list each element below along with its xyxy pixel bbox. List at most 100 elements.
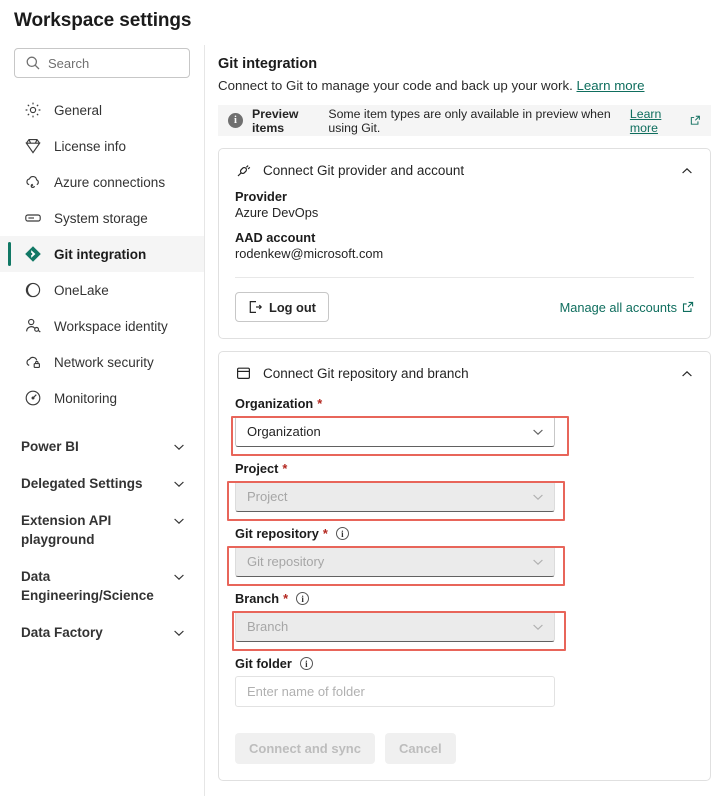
page-title: Workspace settings	[14, 10, 191, 32]
sidebar-item-label: Azure connections	[54, 175, 165, 190]
card-divider	[235, 277, 694, 278]
required-asterisk: *	[317, 396, 322, 411]
storage-icon	[24, 209, 42, 227]
chevron-down-icon	[172, 514, 186, 528]
external-link-icon[interactable]	[690, 115, 701, 127]
infobar-text: Some item types are only available in pr…	[328, 107, 626, 135]
aad-account-label: AAD account	[235, 230, 694, 245]
branch-value: Branch	[247, 619, 531, 634]
sidebar-item-label: System storage	[54, 211, 148, 226]
branch-dropdown[interactable]: Branch	[235, 611, 555, 642]
sidebar-item-general[interactable]: General	[0, 92, 204, 128]
label-text: Git folder	[235, 656, 292, 671]
sidebar-group-label: Data Factory	[21, 623, 103, 642]
sidebar-item-label: Git integration	[54, 247, 146, 262]
git-repository-label: Git repository * i	[235, 526, 694, 541]
preview-items-infobar: i Preview items Some item types are only…	[218, 105, 711, 136]
sidebar-item-azure-connections[interactable]: Azure connections	[0, 164, 204, 200]
cloud-lock-icon	[24, 353, 42, 371]
person-key-icon	[24, 317, 42, 335]
git-folder-input[interactable]	[235, 676, 555, 707]
git-integration-description: Connect to Git to manage your code and b…	[218, 78, 717, 93]
sidebar-group-data-factory[interactable]: Data Factory	[0, 614, 204, 651]
sidebar-item-label: OneLake	[54, 283, 109, 298]
cancel-button[interactable]: Cancel	[385, 733, 456, 764]
git-folder-field: Git folder i	[235, 656, 694, 707]
chevron-down-icon	[172, 626, 186, 640]
manage-all-accounts-link[interactable]: Manage all accounts	[560, 300, 694, 315]
sidebar-item-git-integration[interactable]: Git integration	[0, 236, 204, 272]
project-value: Project	[247, 489, 531, 504]
chevron-down-icon	[531, 425, 545, 439]
info-icon[interactable]: i	[300, 657, 313, 670]
connect-and-sync-button[interactable]: Connect and sync	[235, 733, 375, 764]
chevron-up-icon[interactable]	[680, 367, 694, 381]
connect-git-repository-header[interactable]: Connect Git repository and branch	[235, 365, 694, 382]
chevron-down-icon	[531, 490, 545, 504]
gauge-icon	[24, 389, 42, 407]
infobar-learn-more-link[interactable]: Learn more	[630, 107, 686, 135]
form-action-buttons: Connect and sync Cancel	[235, 733, 694, 764]
search-icon	[25, 55, 41, 71]
info-icon[interactable]: i	[336, 527, 349, 540]
info-icon: i	[228, 113, 243, 128]
git-repository-value: Git repository	[247, 554, 531, 569]
chevron-up-icon[interactable]	[680, 164, 694, 178]
sidebar-group-extension-api-playground[interactable]: Extension API playground	[0, 502, 204, 558]
settings-sidebar: General License info A	[0, 45, 205, 796]
card-title: Connect Git repository and branch	[263, 366, 680, 381]
sidebar-group-list: Power BI Delegated Settings Extension AP…	[0, 428, 204, 651]
external-link-icon	[682, 301, 694, 313]
organization-value: Organization	[247, 424, 531, 439]
onelake-icon	[24, 281, 42, 299]
provider-label: Provider	[235, 189, 694, 204]
sidebar-group-delegated-settings[interactable]: Delegated Settings	[0, 465, 204, 502]
log-out-label: Log out	[269, 300, 316, 315]
aad-account-value: rodenkew@microsoft.com	[235, 246, 694, 261]
description-text: Connect to Git to manage your code and b…	[218, 78, 573, 93]
sidebar-group-label: Delegated Settings	[21, 474, 143, 493]
connect-git-provider-card: Connect Git provider and account Provide…	[218, 148, 711, 339]
connect-git-repository-card: Connect Git repository and branch Organi…	[218, 351, 711, 781]
gear-icon	[24, 101, 42, 119]
git-repository-dropdown[interactable]: Git repository	[235, 546, 555, 577]
git-folder-label: Git folder i	[235, 656, 694, 671]
organization-label: Organization *	[235, 396, 694, 411]
branch-box-icon	[235, 365, 252, 382]
sign-out-icon	[248, 300, 262, 314]
sidebar-item-system-storage[interactable]: System storage	[0, 200, 204, 236]
project-label: Project *	[235, 461, 694, 476]
sidebar-item-label: Workspace identity	[54, 319, 168, 334]
sidebar-item-license-info[interactable]: License info	[0, 128, 204, 164]
infobar-badge: Preview items	[252, 107, 324, 135]
required-asterisk: *	[282, 461, 287, 476]
search-input[interactable]	[48, 56, 178, 71]
project-field: Project * Project	[235, 461, 694, 512]
required-asterisk: *	[323, 526, 328, 541]
git-integration-heading: Git integration	[218, 56, 717, 72]
learn-more-link[interactable]: Learn more	[577, 78, 645, 93]
organization-dropdown[interactable]: Organization	[235, 416, 555, 447]
sidebar-item-workspace-identity[interactable]: Workspace identity	[0, 308, 204, 344]
log-out-button[interactable]: Log out	[235, 292, 329, 322]
project-dropdown[interactable]: Project	[235, 481, 555, 512]
sidebar-item-label: Monitoring	[54, 391, 117, 406]
organization-field: Organization * Organization	[235, 396, 694, 447]
sidebar-group-power-bi[interactable]: Power BI	[0, 428, 204, 465]
chevron-down-icon	[531, 555, 545, 569]
info-icon[interactable]: i	[296, 592, 309, 605]
manage-all-accounts-label: Manage all accounts	[560, 300, 677, 315]
cloud-link-icon	[24, 173, 42, 191]
label-text: Project	[235, 461, 278, 476]
sidebar-group-label: Data Engineering/Science	[21, 567, 149, 605]
sidebar-item-monitoring[interactable]: Monitoring	[0, 380, 204, 416]
chevron-down-icon	[172, 477, 186, 491]
sidebar-item-onelake[interactable]: OneLake	[0, 272, 204, 308]
account-card-actions: Log out Manage all accounts	[235, 292, 694, 322]
connect-git-provider-header[interactable]: Connect Git provider and account	[235, 162, 694, 179]
sidebar-nav-list: General License info A	[0, 92, 204, 416]
sidebar-group-data-engineering-science[interactable]: Data Engineering/Science	[0, 558, 204, 614]
diamond-icon	[24, 137, 42, 155]
search-box[interactable]	[14, 48, 190, 78]
sidebar-item-network-security[interactable]: Network security	[0, 344, 204, 380]
